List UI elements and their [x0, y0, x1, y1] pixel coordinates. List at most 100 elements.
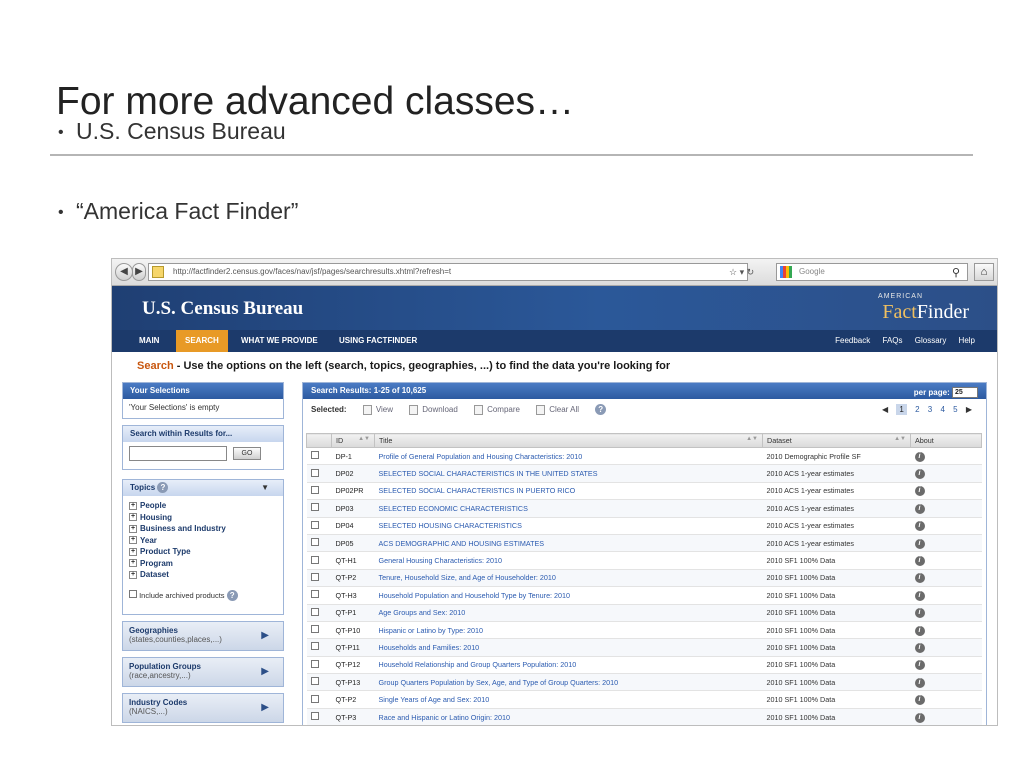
row-title-link[interactable]: Race and Hispanic or Latino Origin: 2010: [374, 708, 763, 725]
topic-people[interactable]: + People: [129, 500, 277, 512]
nav-feedback[interactable]: Feedback: [835, 336, 870, 345]
info-icon[interactable]: i: [914, 556, 925, 567]
row-checkbox[interactable]: [310, 572, 319, 581]
url-bar-buttons[interactable]: ☆ ▾ ↻: [729, 267, 754, 278]
table-row[interactable]: QT-P12 Household Relationship and Group Q…: [306, 656, 982, 675]
row-title-link[interactable]: SELECTED SOCIAL CHARACTERISTICS IN PUERT…: [374, 482, 763, 501]
row-title-link[interactable]: SELECTED SOCIAL CHARACTERISTICS IN THE U…: [374, 464, 763, 483]
row-checkbox[interactable]: [310, 503, 319, 512]
nav-main[interactable]: MAIN: [139, 330, 159, 352]
magnifier-icon[interactable]: ⚲: [952, 266, 960, 279]
table-row[interactable]: DP05 ACS DEMOGRAPHIC AND HOUSING ESTIMATE…: [306, 534, 982, 553]
nav-using-factfinder[interactable]: USING FACTFINDER: [339, 330, 417, 352]
help-icon[interactable]: ?: [595, 404, 607, 416]
back-arrow-icon[interactable]: ◀: [115, 263, 133, 281]
expand-icon[interactable]: +: [129, 524, 137, 533]
col-title[interactable]: Title ▲▼: [374, 433, 763, 448]
row-title-link[interactable]: SELECTED ECONOMIC CHARACTERISTICS: [374, 499, 763, 518]
row-checkbox[interactable]: [310, 538, 319, 547]
table-row[interactable]: DP-1 Profile of General Population and Ho…: [306, 447, 982, 466]
row-checkbox[interactable]: [310, 555, 319, 564]
page-5[interactable]: 5: [953, 405, 957, 414]
industry-codes-panel[interactable]: Industry Codes (NAICS,...) ▶: [122, 693, 284, 723]
geographies-panel[interactable]: Geographies (states,counties,places,...)…: [122, 621, 284, 651]
row-checkbox[interactable]: [310, 485, 319, 494]
help-icon[interactable]: ?: [226, 590, 238, 602]
go-button[interactable]: GO: [233, 447, 261, 460]
topic-year[interactable]: + Year: [129, 535, 277, 547]
nav-glossary[interactable]: Glossary: [915, 336, 947, 345]
topic-product-type[interactable]: + Product Type: [129, 546, 277, 558]
factfinder-logo[interactable]: FactFinder: [882, 301, 969, 324]
row-checkbox[interactable]: [310, 625, 319, 634]
expand-icon[interactable]: +: [129, 501, 137, 510]
table-row[interactable]: QT-H1 General Housing Characteristics: 20…: [306, 551, 982, 570]
row-title-link[interactable]: Hispanic or Latino by Type: 2010: [374, 621, 763, 640]
info-icon[interactable]: i: [914, 660, 925, 671]
table-row[interactable]: QT-P2 Tenure, Household Size, and Age of …: [306, 569, 982, 588]
download-button[interactable]: Download: [409, 404, 458, 415]
row-checkbox[interactable]: [310, 659, 319, 668]
row-title-link[interactable]: General Housing Characteristics: 2010: [374, 551, 763, 570]
forward-arrow-icon[interactable]: ▶: [132, 263, 146, 281]
census-logo[interactable]: U.S. Census Bureau: [142, 298, 303, 320]
row-title-link[interactable]: Single Years of Age and Sex: 2010: [374, 690, 763, 709]
info-icon[interactable]: i: [914, 590, 925, 601]
info-icon[interactable]: i: [914, 642, 925, 653]
row-checkbox[interactable]: [310, 607, 319, 616]
view-button[interactable]: View: [362, 404, 393, 415]
topic-business[interactable]: + Business and Industry: [129, 523, 277, 535]
nav-help[interactable]: Help: [959, 336, 975, 345]
row-title-link[interactable]: Tenure, Household Size, and Age of House…: [374, 569, 763, 588]
info-icon[interactable]: i: [914, 451, 925, 462]
table-row[interactable]: QT-P13 Group Quarters Population by Sex, …: [306, 673, 982, 692]
url-bar[interactable]: http://factfinder2.census.gov/faces/nav/…: [148, 263, 748, 281]
expand-icon[interactable]: +: [129, 536, 137, 545]
info-icon[interactable]: i: [914, 469, 925, 480]
topics-title-bar[interactable]: Topics ? ▼: [123, 480, 283, 496]
row-title-link[interactable]: SELECTED HOUSING CHARACTERISTICS: [374, 517, 763, 535]
nav-faqs[interactable]: FAQs: [883, 336, 903, 345]
info-icon[interactable]: i: [914, 573, 925, 584]
table-row[interactable]: QT-P1 Age Groups and Sex: 2010 2010 SF1 10…: [306, 604, 982, 622]
help-icon[interactable]: ?: [157, 482, 169, 494]
expand-icon[interactable]: +: [129, 570, 137, 579]
row-title-link[interactable]: ACS DEMOGRAPHIC AND HOUSING ESTIMATES: [374, 534, 763, 553]
table-row[interactable]: QT-P3 Race and Hispanic or Latino Origin:…: [306, 708, 982, 725]
topic-program[interactable]: + Program: [129, 558, 277, 570]
info-icon[interactable]: i: [914, 486, 925, 497]
next-page-icon[interactable]: ▶: [966, 405, 972, 414]
table-row[interactable]: QT-P11 Households and Families: 2010 2010 …: [306, 638, 982, 657]
topic-dataset[interactable]: + Dataset: [129, 569, 277, 581]
row-title-link[interactable]: Household Population and Household Type …: [374, 586, 763, 605]
col-dataset[interactable]: Dataset ▲▼: [762, 433, 911, 448]
page-1[interactable]: 1: [896, 404, 907, 415]
expand-icon[interactable]: +: [129, 513, 137, 522]
info-icon[interactable]: i: [914, 521, 925, 532]
table-row[interactable]: DP02 SELECTED SOCIAL CHARACTERISTICS IN T…: [306, 464, 982, 483]
row-title-link[interactable]: Age Groups and Sex: 2010: [374, 604, 763, 622]
info-icon[interactable]: i: [914, 712, 925, 723]
row-checkbox[interactable]: [310, 590, 319, 599]
clear-all-button[interactable]: Clear All: [536, 404, 579, 415]
page-4[interactable]: 4: [940, 405, 944, 414]
row-checkbox[interactable]: [310, 520, 319, 529]
table-row[interactable]: DP02PR SELECTED SOCIAL CHARACTERISTICS IN…: [306, 482, 982, 501]
info-icon[interactable]: i: [914, 608, 925, 619]
collapse-arrow-icon[interactable]: ▼: [261, 480, 269, 496]
expand-icon[interactable]: +: [129, 559, 137, 568]
nav-what-we-provide[interactable]: WHAT WE PROVIDE: [241, 330, 318, 352]
row-title-link[interactable]: Profile of General Population and Housin…: [374, 447, 763, 466]
table-row[interactable]: DP04 SELECTED HOUSING CHARACTERISTICS 2010…: [306, 517, 982, 535]
page-2[interactable]: 2: [915, 405, 919, 414]
compare-button[interactable]: Compare: [474, 404, 520, 415]
info-icon[interactable]: i: [914, 625, 925, 636]
row-checkbox[interactable]: [310, 694, 319, 703]
row-title-link[interactable]: Households and Families: 2010: [374, 638, 763, 657]
row-checkbox[interactable]: [310, 677, 319, 686]
population-groups-panel[interactable]: Population Groups (race,ancestry,...) ▶: [122, 657, 284, 687]
row-checkbox[interactable]: [310, 642, 319, 651]
table-row[interactable]: DP03 SELECTED ECONOMIC CHARACTERISTICS 201…: [306, 499, 982, 518]
browser-search-input[interactable]: Google: [776, 263, 968, 281]
archived-checkbox[interactable]: [129, 589, 137, 598]
